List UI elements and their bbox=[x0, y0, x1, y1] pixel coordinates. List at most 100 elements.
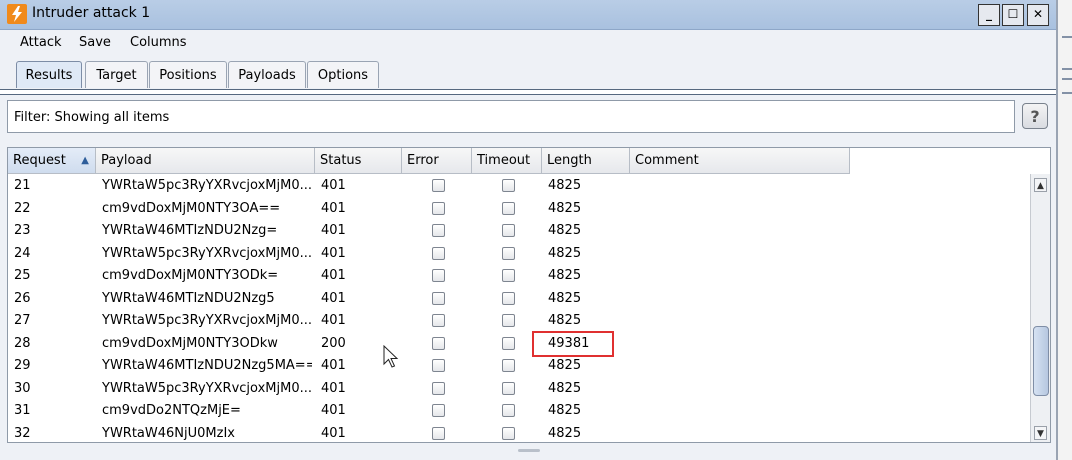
error-checkbox[interactable] bbox=[432, 269, 445, 282]
cell-payload: YWRtaW46MTIzNDU2Nzg5MA== bbox=[102, 358, 312, 373]
timeout-checkbox[interactable] bbox=[502, 179, 515, 192]
table-row[interactable]: 29 YWRtaW46MTIzNDU2Nzg5MA== 401 4825 bbox=[8, 354, 1018, 377]
table-row[interactable]: 24 YWRtaW5pc3RyYXRvcjoxMjM0... 401 4825 bbox=[8, 242, 1018, 265]
table-row[interactable]: 28 cm9vdDoxMjM0NTY3ODkw 200 49381 bbox=[8, 332, 1018, 355]
column-header-length[interactable]: Length bbox=[542, 148, 630, 174]
menu-columns[interactable]: Columns bbox=[130, 35, 187, 50]
tab-target[interactable]: Target bbox=[85, 61, 148, 88]
menu-save[interactable]: Save bbox=[79, 35, 111, 50]
table-row[interactable]: 30 YWRtaW5pc3RyYXRvcjoxMjM0... 401 4825 bbox=[8, 377, 1018, 400]
minimize-button[interactable]: _ bbox=[978, 4, 1000, 26]
cell-length: 4825 bbox=[548, 403, 582, 418]
sort-ascending-icon: ▲ bbox=[81, 155, 89, 166]
table-row[interactable]: 27 YWRtaW5pc3RyYXRvcjoxMjM0... 401 4825 bbox=[8, 309, 1018, 332]
cell-request: 30 bbox=[14, 380, 31, 396]
table-row[interactable]: 22 cm9vdDoxMjM0NTY3OA== 401 4825 bbox=[8, 197, 1018, 220]
timeout-checkbox[interactable] bbox=[502, 201, 515, 215]
timeout-checkbox[interactable] bbox=[502, 314, 515, 327]
table-row[interactable]: 32 YWRtaW46NjU0MzIx 401 4825 bbox=[8, 422, 1018, 443]
table-row[interactable]: 25 cm9vdDoxMjM0NTY3ODk= 401 4825 bbox=[8, 264, 1018, 287]
cell-payload: cm9vdDoxMjM0NTY3OA== bbox=[102, 200, 281, 216]
tab-payloads[interactable]: Payloads bbox=[228, 61, 306, 88]
scrollbar-thumb[interactable] bbox=[1033, 326, 1049, 396]
scroll-down-icon[interactable]: ▼ bbox=[1034, 426, 1047, 440]
column-header-status[interactable]: Status bbox=[315, 148, 402, 174]
error-checkbox[interactable] bbox=[432, 291, 445, 305]
tab-bar: Results Target Positions Payloads Option… bbox=[0, 56, 1056, 92]
error-checkbox[interactable] bbox=[432, 224, 445, 237]
resize-grip[interactable] bbox=[518, 449, 540, 452]
cell-request: 29 bbox=[14, 358, 31, 373]
cell-payload: YWRtaW46NjU0MzIx bbox=[102, 425, 235, 441]
error-checkbox[interactable] bbox=[432, 359, 445, 372]
column-header-payload[interactable]: Payload bbox=[96, 148, 315, 174]
cell-request: 27 bbox=[14, 313, 31, 328]
burp-lightning-icon bbox=[7, 4, 27, 24]
timeout-checkbox[interactable] bbox=[502, 224, 515, 237]
column-header-request[interactable]: Request ▲ bbox=[8, 148, 96, 174]
table-row[interactable]: 26 YWRtaW46MTIzNDU2Nzg5 401 4825 bbox=[8, 287, 1018, 310]
maximize-button[interactable]: ☐ bbox=[1002, 4, 1024, 26]
cell-payload: YWRtaW5pc3RyYXRvcjoxMjM0... bbox=[102, 245, 312, 261]
cell-request: 32 bbox=[14, 425, 31, 441]
table-row[interactable]: 23 YWRtaW46MTIzNDU2Nzg= 401 4825 bbox=[8, 219, 1018, 242]
error-checkbox[interactable] bbox=[432, 201, 445, 215]
table-row[interactable]: 31 cm9vdDo2NTQzMjE= 401 4825 bbox=[8, 399, 1018, 422]
timeout-checkbox[interactable] bbox=[502, 336, 515, 350]
cell-status: 401 bbox=[321, 313, 346, 328]
edge-line bbox=[1062, 92, 1072, 94]
cell-payload: YWRtaW46MTIzNDU2Nzg5 bbox=[102, 290, 275, 306]
cell-length: 4825 bbox=[548, 313, 582, 328]
cell-length: 4825 bbox=[548, 200, 582, 216]
error-checkbox[interactable] bbox=[432, 336, 445, 350]
tab-options[interactable]: Options bbox=[307, 61, 379, 88]
error-checkbox[interactable] bbox=[432, 426, 445, 440]
table-header: Request ▲ Payload Status Error Timeout L… bbox=[8, 148, 850, 174]
timeout-checkbox[interactable] bbox=[502, 291, 515, 305]
timeout-checkbox[interactable] bbox=[502, 381, 515, 395]
cell-length: 4825 bbox=[548, 178, 582, 193]
cell-length: 4825 bbox=[548, 268, 582, 283]
column-header-timeout[interactable]: Timeout bbox=[472, 148, 542, 174]
cell-status: 200 bbox=[321, 335, 346, 351]
timeout-checkbox[interactable] bbox=[502, 269, 515, 282]
tab-results[interactable]: Results bbox=[16, 61, 82, 88]
help-button[interactable]: ? bbox=[1022, 103, 1048, 129]
error-checkbox[interactable] bbox=[432, 404, 445, 417]
cell-payload: YWRtaW5pc3RyYXRvcjoxMjM0... bbox=[102, 178, 312, 193]
timeout-checkbox[interactable] bbox=[502, 246, 515, 260]
timeout-checkbox[interactable] bbox=[502, 404, 515, 417]
cell-status: 401 bbox=[321, 380, 346, 396]
column-header-comment[interactable]: Comment bbox=[630, 148, 850, 174]
menu-attack[interactable]: Attack bbox=[20, 35, 62, 50]
column-header-error[interactable]: Error bbox=[402, 148, 472, 174]
cell-length: 4825 bbox=[548, 425, 582, 441]
timeout-checkbox[interactable] bbox=[502, 426, 515, 440]
close-button[interactable]: ✕ bbox=[1027, 4, 1049, 26]
filter-text: Filter: Showing all items bbox=[14, 110, 170, 125]
cell-length: 4825 bbox=[548, 358, 582, 373]
cell-payload: YWRtaW46MTIzNDU2Nzg= bbox=[102, 223, 278, 238]
error-checkbox[interactable] bbox=[432, 246, 445, 260]
error-checkbox[interactable] bbox=[432, 314, 445, 327]
filter-bar[interactable]: Filter: Showing all items bbox=[7, 100, 1015, 133]
table-row[interactable]: 21 YWRtaW5pc3RyYXRvcjoxMjM0... 401 4825 bbox=[8, 174, 1018, 197]
error-checkbox[interactable] bbox=[432, 179, 445, 192]
cell-status: 401 bbox=[321, 200, 346, 216]
edge-line bbox=[1062, 68, 1072, 70]
timeout-checkbox[interactable] bbox=[502, 359, 515, 372]
title-bar[interactable]: Intruder attack 1 _ ☐ ✕ bbox=[0, 0, 1056, 30]
vertical-scrollbar[interactable]: ▲ ▼ bbox=[1030, 174, 1050, 442]
cell-status: 401 bbox=[321, 358, 346, 373]
cell-status: 401 bbox=[321, 223, 346, 238]
cell-payload: YWRtaW5pc3RyYXRvcjoxMjM0... bbox=[102, 380, 312, 396]
tab-positions[interactable]: Positions bbox=[149, 61, 227, 88]
error-checkbox[interactable] bbox=[432, 381, 445, 395]
cell-status: 401 bbox=[321, 403, 346, 418]
cell-length: 4825 bbox=[548, 290, 582, 306]
cell-payload: cm9vdDoxMjM0NTY3ODk= bbox=[102, 268, 279, 283]
cell-request: 28 bbox=[14, 335, 31, 351]
cell-status: 401 bbox=[321, 268, 346, 283]
cell-request: 26 bbox=[14, 290, 31, 306]
scroll-up-icon[interactable]: ▲ bbox=[1034, 178, 1047, 192]
